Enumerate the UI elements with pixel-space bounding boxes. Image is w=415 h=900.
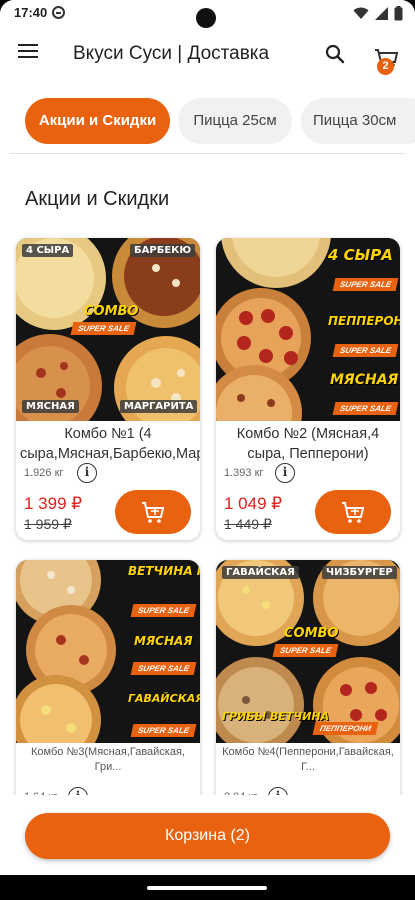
product-weight: 1.393 кг	[224, 467, 264, 479]
product-image[interactable]: ВЕТЧИНА ГРИБЫ SUPER SALE МЯСНАЯ SUPER SA…	[16, 560, 200, 743]
product-price: 1 399 ₽	[24, 494, 83, 513]
image-label: SUPER SALE	[130, 724, 197, 737]
image-label: SUPER SALE	[130, 604, 197, 617]
image-label: SUPER SALE	[332, 278, 399, 291]
home-indicator[interactable]	[147, 886, 267, 890]
image-label: МЯСНАЯ	[22, 400, 79, 413]
image-label: МЯСНАЯ	[330, 372, 399, 388]
image-label: ПЕППЕРОНИ	[312, 722, 379, 735]
product-name: Комбо №1 (4 сыра,Мясная,Барбекю,Марго)	[20, 426, 200, 462]
image-label: SUPER SALE	[70, 322, 137, 335]
product-name: Комбо №2 (Мясная,4 сыра, Пепперони)	[236, 426, 380, 462]
battery-icon	[394, 5, 403, 20]
add-to-cart-icon	[342, 502, 365, 523]
search-icon[interactable]	[323, 42, 347, 66]
info-icon[interactable]: i	[77, 463, 97, 483]
bottom-bar: Корзина (2)	[0, 795, 415, 875]
section-title: Акции и Скидки	[25, 188, 170, 210]
image-label: МЯСНАЯ	[134, 634, 193, 648]
image-label: ГАВАЙСКАЯ	[128, 692, 200, 705]
product-old-price: 1 959 ₽	[24, 516, 72, 532]
image-label: БАРБЕКЮ	[130, 244, 196, 257]
add-to-cart-button[interactable]	[315, 490, 391, 534]
dnd-icon	[52, 6, 65, 19]
divider	[10, 153, 405, 154]
image-label: SUPER SALE	[332, 402, 399, 415]
image-label: ЧИЗБУРГЕР	[322, 566, 397, 579]
menu-icon[interactable]	[18, 44, 40, 62]
status-bar: 17:40	[0, 0, 415, 28]
wifi-icon	[353, 7, 369, 19]
image-label: ГРИБЫ ВЕТЧИНА	[222, 710, 330, 723]
product-image[interactable]: 4 СЫРА SUPER SALE ПЕППЕРОНИ SUPER SALE М…	[216, 238, 400, 421]
tab-promotions[interactable]: Акции и Скидки	[25, 98, 170, 144]
tab-pizza-30[interactable]: Пицца 30см	[301, 98, 415, 144]
cart-count-badge: 2	[377, 58, 394, 75]
status-icons	[353, 4, 403, 22]
product-name: Комбо №4(Пепперони,Гавайская, Г...	[222, 746, 394, 773]
image-label: SUPER SALE	[130, 662, 197, 675]
product-weight: 1.926 кг	[24, 467, 64, 479]
image-label: МАРГАРИТА	[120, 400, 198, 413]
product-card[interactable]: ГАВАЙСКАЯ ЧИЗБУРГЕР COMBO SUPER SALE ГРИ…	[216, 560, 400, 820]
add-to-cart-icon	[142, 502, 165, 523]
add-to-cart-button[interactable]	[115, 490, 191, 534]
image-label: SUPER SALE	[272, 644, 339, 657]
camera-cutout	[196, 8, 216, 28]
image-label: 4 СЫРА	[22, 244, 74, 257]
product-image[interactable]: ГАВАЙСКАЯ ЧИЗБУРГЕР COMBO SUPER SALE ГРИ…	[216, 560, 400, 743]
info-icon[interactable]: i	[275, 463, 295, 483]
status-time: 17:40	[14, 5, 48, 20]
product-image[interactable]: 4 СЫРА БАРБЕКЮ COMBO SUPER SALE МЯСНАЯ М…	[16, 238, 200, 421]
product-card[interactable]: ВЕТЧИНА ГРИБЫ SUPER SALE МЯСНАЯ SUPER SA…	[16, 560, 200, 820]
image-label: ВЕТЧИНА ГРИБЫ	[128, 564, 200, 578]
app-screen: 17:40 Вкуси Суси | Доставка 2 Акции и Ск…	[0, 0, 415, 900]
tab-pizza-25[interactable]: Пицца 25см	[178, 98, 292, 144]
page-title: Вкуси Суси | Доставка	[73, 43, 270, 64]
product-name: Комбо №3(Мясная,Гавайская, Гри...	[31, 746, 185, 773]
product-card[interactable]: 4 СЫРА SUPER SALE ПЕППЕРОНИ SUPER SALE М…	[216, 238, 400, 540]
basket-button[interactable]: Корзина (2)	[25, 813, 390, 859]
image-label: ГАВАЙСКАЯ	[222, 566, 299, 579]
image-label: 4 СЫРА	[328, 246, 393, 264]
product-price: 1 049 ₽	[224, 494, 283, 513]
signal-icon	[375, 6, 388, 20]
image-label: COMBO	[284, 626, 339, 641]
image-label: ПЕППЕРОНИ	[328, 314, 400, 328]
image-label: COMBO	[84, 304, 139, 319]
app-bar: Вкуси Суси | Доставка 2	[0, 26, 415, 82]
category-tabs: Акции и Скидки Пицца 25см Пицца 30см	[0, 98, 415, 146]
product-card[interactable]: 4 СЫРА БАРБЕКЮ COMBO SUPER SALE МЯСНАЯ М…	[16, 238, 200, 540]
product-old-price: 1 449 ₽	[224, 516, 272, 532]
image-label: SUPER SALE	[332, 344, 399, 357]
system-nav-bar	[0, 875, 415, 900]
